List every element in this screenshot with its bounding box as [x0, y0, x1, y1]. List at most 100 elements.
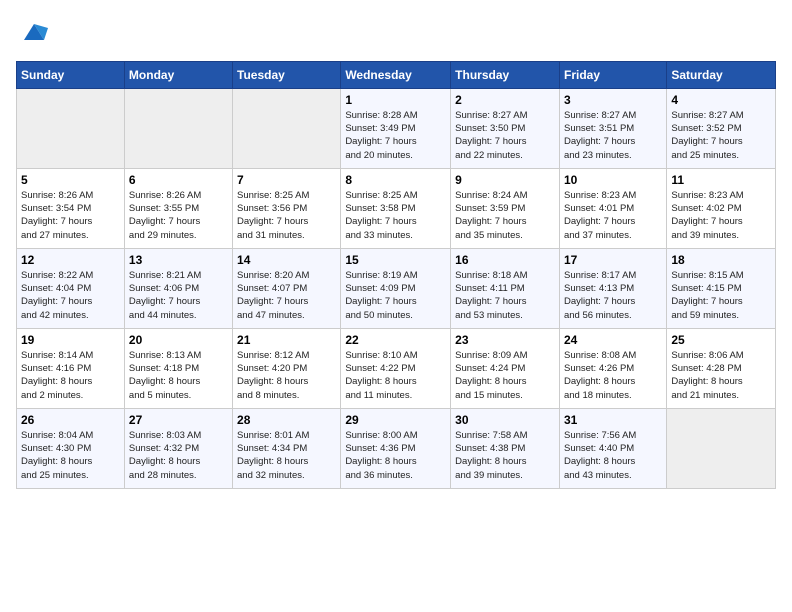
day-number: 13 — [129, 253, 228, 267]
day-number: 10 — [564, 173, 662, 187]
table-row: 9 Sunrise: 8:24 AM Sunset: 3:59 PM Daylig… — [451, 168, 560, 248]
day-detail: Sunrise: 8:22 AM Sunset: 4:04 PM Dayligh… — [21, 269, 120, 322]
day-detail: Sunrise: 8:27 AM Sunset: 3:51 PM Dayligh… — [564, 109, 662, 162]
day-detail: Sunrise: 8:26 AM Sunset: 3:54 PM Dayligh… — [21, 189, 120, 242]
header-day: Saturday — [667, 61, 776, 88]
header-day: Monday — [124, 61, 232, 88]
day-detail: Sunrise: 8:23 AM Sunset: 4:02 PM Dayligh… — [671, 189, 771, 242]
table-row: 24 Sunrise: 8:08 AM Sunset: 4:26 PM Dayli… — [559, 328, 666, 408]
day-number: 4 — [671, 93, 771, 107]
day-detail: Sunrise: 8:17 AM Sunset: 4:13 PM Dayligh… — [564, 269, 662, 322]
table-row — [667, 408, 776, 488]
day-number: 23 — [455, 333, 555, 347]
day-detail: Sunrise: 8:13 AM Sunset: 4:18 PM Dayligh… — [129, 349, 228, 402]
day-number: 14 — [237, 253, 336, 267]
week-row: 12 Sunrise: 8:22 AM Sunset: 4:04 PM Dayli… — [17, 248, 776, 328]
header-day: Sunday — [17, 61, 125, 88]
day-detail: Sunrise: 8:25 AM Sunset: 3:58 PM Dayligh… — [345, 189, 446, 242]
day-detail: Sunrise: 8:20 AM Sunset: 4:07 PM Dayligh… — [237, 269, 336, 322]
day-detail: Sunrise: 8:25 AM Sunset: 3:56 PM Dayligh… — [237, 189, 336, 242]
day-detail: Sunrise: 8:21 AM Sunset: 4:06 PM Dayligh… — [129, 269, 228, 322]
day-detail: Sunrise: 8:28 AM Sunset: 3:49 PM Dayligh… — [345, 109, 446, 162]
day-detail: Sunrise: 8:12 AM Sunset: 4:20 PM Dayligh… — [237, 349, 336, 402]
table-row: 22 Sunrise: 8:10 AM Sunset: 4:22 PM Dayli… — [341, 328, 451, 408]
day-number: 28 — [237, 413, 336, 427]
day-number: 25 — [671, 333, 771, 347]
week-row: 1Sunrise: 8:28 AM Sunset: 3:49 PM Daylig… — [17, 88, 776, 168]
day-detail: Sunrise: 7:56 AM Sunset: 4:40 PM Dayligh… — [564, 429, 662, 482]
table-row: 15 Sunrise: 8:19 AM Sunset: 4:09 PM Dayli… — [341, 248, 451, 328]
day-detail: Sunrise: 8:23 AM Sunset: 4:01 PM Dayligh… — [564, 189, 662, 242]
header-day: Wednesday — [341, 61, 451, 88]
table-row — [233, 88, 341, 168]
day-detail: Sunrise: 8:14 AM Sunset: 4:16 PM Dayligh… — [21, 349, 120, 402]
day-detail: Sunrise: 8:10 AM Sunset: 4:22 PM Dayligh… — [345, 349, 446, 402]
table-row: 1Sunrise: 8:28 AM Sunset: 3:49 PM Daylig… — [341, 88, 451, 168]
table-row — [17, 88, 125, 168]
week-row: 5 Sunrise: 8:26 AM Sunset: 3:54 PM Daylig… — [17, 168, 776, 248]
day-number: 18 — [671, 253, 771, 267]
table-row: 16 Sunrise: 8:18 AM Sunset: 4:11 PM Dayli… — [451, 248, 560, 328]
day-detail: Sunrise: 8:01 AM Sunset: 4:34 PM Dayligh… — [237, 429, 336, 482]
day-detail: Sunrise: 8:08 AM Sunset: 4:26 PM Dayligh… — [564, 349, 662, 402]
day-number: 21 — [237, 333, 336, 347]
day-number: 20 — [129, 333, 228, 347]
table-row: 28 Sunrise: 8:01 AM Sunset: 4:34 PM Dayli… — [233, 408, 341, 488]
logo — [16, 16, 48, 49]
table-row: 6Sunrise: 8:26 AM Sunset: 3:55 PM Daylig… — [124, 168, 232, 248]
day-number: 31 — [564, 413, 662, 427]
header-day: Thursday — [451, 61, 560, 88]
table-row: 2 Sunrise: 8:27 AM Sunset: 3:50 PM Daylig… — [451, 88, 560, 168]
table-row: 26 Sunrise: 8:04 AM Sunset: 4:30 PM Dayli… — [17, 408, 125, 488]
day-number: 24 — [564, 333, 662, 347]
header-row: SundayMondayTuesdayWednesdayThursdayFrid… — [17, 61, 776, 88]
table-row: 17Sunrise: 8:17 AM Sunset: 4:13 PM Dayli… — [559, 248, 666, 328]
header — [16, 16, 776, 49]
day-detail: Sunrise: 8:00 AM Sunset: 4:36 PM Dayligh… — [345, 429, 446, 482]
day-detail: Sunrise: 8:26 AM Sunset: 3:55 PM Dayligh… — [129, 189, 228, 242]
table-row: 18 Sunrise: 8:15 AM Sunset: 4:15 PM Dayli… — [667, 248, 776, 328]
day-detail: Sunrise: 8:03 AM Sunset: 4:32 PM Dayligh… — [129, 429, 228, 482]
day-number: 26 — [21, 413, 120, 427]
table-row — [124, 88, 232, 168]
day-number: 5 — [21, 173, 120, 187]
table-row: 27 Sunrise: 8:03 AM Sunset: 4:32 PM Dayli… — [124, 408, 232, 488]
day-number: 8 — [345, 173, 446, 187]
day-number: 15 — [345, 253, 446, 267]
day-detail: Sunrise: 8:24 AM Sunset: 3:59 PM Dayligh… — [455, 189, 555, 242]
day-detail: Sunrise: 8:04 AM Sunset: 4:30 PM Dayligh… — [21, 429, 120, 482]
table-row: 21 Sunrise: 8:12 AM Sunset: 4:20 PM Dayli… — [233, 328, 341, 408]
day-number: 11 — [671, 173, 771, 187]
table-row: 8 Sunrise: 8:25 AM Sunset: 3:58 PM Daylig… — [341, 168, 451, 248]
day-number: 16 — [455, 253, 555, 267]
day-detail: Sunrise: 8:06 AM Sunset: 4:28 PM Dayligh… — [671, 349, 771, 402]
day-number: 19 — [21, 333, 120, 347]
table-row: 14 Sunrise: 8:20 AM Sunset: 4:07 PM Dayli… — [233, 248, 341, 328]
week-row: 19 Sunrise: 8:14 AM Sunset: 4:16 PM Dayli… — [17, 328, 776, 408]
header-day: Tuesday — [233, 61, 341, 88]
day-detail: Sunrise: 7:58 AM Sunset: 4:38 PM Dayligh… — [455, 429, 555, 482]
table-row: 13 Sunrise: 8:21 AM Sunset: 4:06 PM Dayli… — [124, 248, 232, 328]
calendar-body: 1Sunrise: 8:28 AM Sunset: 3:49 PM Daylig… — [17, 88, 776, 488]
day-detail: Sunrise: 8:19 AM Sunset: 4:09 PM Dayligh… — [345, 269, 446, 322]
calendar-table: SundayMondayTuesdayWednesdayThursdayFrid… — [16, 61, 776, 489]
table-row: 29Sunrise: 8:00 AM Sunset: 4:36 PM Dayli… — [341, 408, 451, 488]
day-number: 12 — [21, 253, 120, 267]
table-row: 12 Sunrise: 8:22 AM Sunset: 4:04 PM Dayli… — [17, 248, 125, 328]
table-row: 7Sunrise: 8:25 AM Sunset: 3:56 PM Daylig… — [233, 168, 341, 248]
day-number: 2 — [455, 93, 555, 107]
day-number: 9 — [455, 173, 555, 187]
day-detail: Sunrise: 8:27 AM Sunset: 3:50 PM Dayligh… — [455, 109, 555, 162]
day-number: 27 — [129, 413, 228, 427]
day-number: 3 — [564, 93, 662, 107]
table-row: 3 Sunrise: 8:27 AM Sunset: 3:51 PM Daylig… — [559, 88, 666, 168]
calendar-header: SundayMondayTuesdayWednesdayThursdayFrid… — [17, 61, 776, 88]
day-detail: Sunrise: 8:18 AM Sunset: 4:11 PM Dayligh… — [455, 269, 555, 322]
table-row: 10 Sunrise: 8:23 AM Sunset: 4:01 PM Dayli… — [559, 168, 666, 248]
day-detail: Sunrise: 8:15 AM Sunset: 4:15 PM Dayligh… — [671, 269, 771, 322]
day-number: 22 — [345, 333, 446, 347]
day-detail: Sunrise: 8:27 AM Sunset: 3:52 PM Dayligh… — [671, 109, 771, 162]
table-row: 23Sunrise: 8:09 AM Sunset: 4:24 PM Dayli… — [451, 328, 560, 408]
table-row: 5 Sunrise: 8:26 AM Sunset: 3:54 PM Daylig… — [17, 168, 125, 248]
day-number: 30 — [455, 413, 555, 427]
